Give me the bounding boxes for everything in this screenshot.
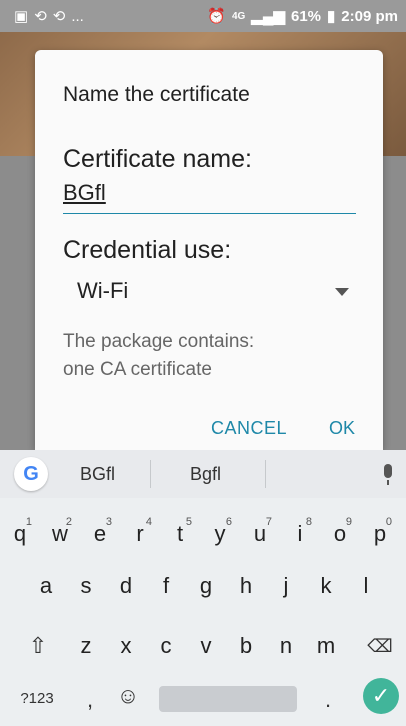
key-hint: 1 xyxy=(25,516,32,528)
key-label: i xyxy=(297,521,303,546)
status-more-text: ... xyxy=(71,7,84,25)
signal-icon: ▂▄▆ xyxy=(251,8,285,25)
key-l[interactable]: l xyxy=(348,566,384,606)
shift-key[interactable]: ⇧ xyxy=(20,626,56,666)
key-x[interactable]: x xyxy=(108,626,144,666)
sync-icon: ⟲ xyxy=(52,8,66,25)
key-q[interactable]: 1q xyxy=(2,514,38,554)
key-f[interactable]: f xyxy=(148,566,184,606)
emoji-icon: ☺ xyxy=(116,683,140,708)
key-hint: 0 xyxy=(385,516,392,528)
key-o[interactable]: 9o xyxy=(322,514,358,554)
key-label: r xyxy=(136,521,144,546)
google-icon[interactable]: G xyxy=(14,457,48,491)
status-right: ⏰ 4G ▂▄▆ 61% ▮ 2:09 pm xyxy=(207,0,398,32)
status-left: ▣ ⟲ ⟲ ... xyxy=(14,0,84,32)
key-g[interactable]: g xyxy=(188,566,224,606)
key-b[interactable]: b xyxy=(228,626,264,666)
certificate-name-input[interactable]: BGfl xyxy=(63,180,106,206)
key-label: t xyxy=(176,521,184,546)
dialog-title: Name the certificate xyxy=(63,83,250,106)
certificate-name-label: Certificate name: xyxy=(63,145,252,173)
credential-use-dropdown[interactable]: Wi-Fi xyxy=(63,274,356,308)
key-k[interactable]: k xyxy=(308,566,344,606)
key-hint: 8 xyxy=(305,516,312,528)
shift-icon: ⇧ xyxy=(28,633,48,658)
key-label: u xyxy=(253,521,267,546)
key-w[interactable]: 2w xyxy=(42,514,78,554)
key-n[interactable]: n xyxy=(268,626,304,666)
symbols-key[interactable]: ?123 xyxy=(12,678,62,718)
credential-use-label: Credential use: xyxy=(63,236,232,264)
key-y[interactable]: 6y xyxy=(202,514,238,554)
battery-icon: ▮ xyxy=(327,8,336,25)
key-c[interactable]: c xyxy=(148,626,184,666)
space-key[interactable] xyxy=(159,686,297,712)
key-label: q xyxy=(13,521,27,546)
suggestion-bar: G BGfl Bgfl xyxy=(0,450,406,498)
sync-icon: ⟲ xyxy=(34,8,47,25)
key-t[interactable]: 5t xyxy=(162,514,198,554)
key-hint: 3 xyxy=(105,516,112,528)
key-e[interactable]: 3e xyxy=(82,514,118,554)
key-hint: 2 xyxy=(65,516,72,528)
suggestion-1[interactable]: BGfl xyxy=(80,464,115,485)
suggestion-divider xyxy=(150,460,151,488)
key-j[interactable]: j xyxy=(268,566,304,606)
key-i[interactable]: 8i xyxy=(282,514,318,554)
key-hint: 5 xyxy=(185,516,192,528)
key-hint: 4 xyxy=(145,516,152,528)
checkmark-icon: ✓ xyxy=(371,683,391,708)
key-label: p xyxy=(373,521,387,546)
key-d[interactable]: d xyxy=(108,566,144,606)
comma-key[interactable]: , xyxy=(80,680,100,720)
key-v[interactable]: v xyxy=(188,626,224,666)
dropdown-arrow-icon xyxy=(335,288,349,296)
input-underline xyxy=(63,213,356,214)
key-hint: 9 xyxy=(345,516,352,528)
key-s[interactable]: s xyxy=(68,566,104,606)
credential-use-value: Wi-Fi xyxy=(77,278,129,303)
package-info-line1: The package contains: xyxy=(63,331,255,352)
clock: 2:09 pm xyxy=(341,7,398,25)
enter-key[interactable]: ✓ xyxy=(363,678,399,714)
network-label: 4G xyxy=(231,10,246,22)
emoji-key[interactable]: ☺ xyxy=(110,676,146,716)
package-info-line2: one CA certificate xyxy=(63,359,212,380)
status-bar: ▣ ⟲ ⟲ ... ⏰ 4G ▂▄▆ 61% ▮ 2:09 pm xyxy=(0,0,406,32)
key-label: y xyxy=(214,521,226,546)
backspace-icon: ⌫ xyxy=(367,635,393,656)
key-label: e xyxy=(93,521,107,546)
alarm-icon: ⏰ xyxy=(207,8,226,25)
key-label: o xyxy=(333,521,347,546)
battery-percent: 61% xyxy=(291,7,322,25)
suggestion-divider xyxy=(265,460,266,488)
key-h[interactable]: h xyxy=(228,566,264,606)
key-p[interactable]: 0p xyxy=(362,514,398,554)
key-z[interactable]: z xyxy=(68,626,104,666)
name-certificate-dialog: Name the certificate Certificate name: B… xyxy=(35,50,383,450)
key-r[interactable]: 4r xyxy=(122,514,158,554)
backspace-key[interactable]: ⌫ xyxy=(362,626,398,666)
ok-button[interactable]: OK xyxy=(329,418,355,439)
period-key[interactable]: . xyxy=(318,680,338,720)
key-hint: 6 xyxy=(225,516,232,528)
key-m[interactable]: m xyxy=(308,626,344,666)
package-info: The package contains: one CA certificate xyxy=(63,328,254,384)
image-icon: ▣ xyxy=(14,8,29,25)
keyboard: G BGfl Bgfl 1q2w3e4r5t6y7u8i9o0p asdfghj… xyxy=(0,450,406,726)
mic-stem xyxy=(387,480,389,485)
key-u[interactable]: 7u xyxy=(242,514,278,554)
key-hint: 7 xyxy=(265,516,272,528)
mic-icon[interactable] xyxy=(384,464,392,478)
cancel-button[interactable]: CANCEL xyxy=(211,418,287,439)
suggestion-2[interactable]: Bgfl xyxy=(190,464,221,485)
key-a[interactable]: a xyxy=(28,566,64,606)
